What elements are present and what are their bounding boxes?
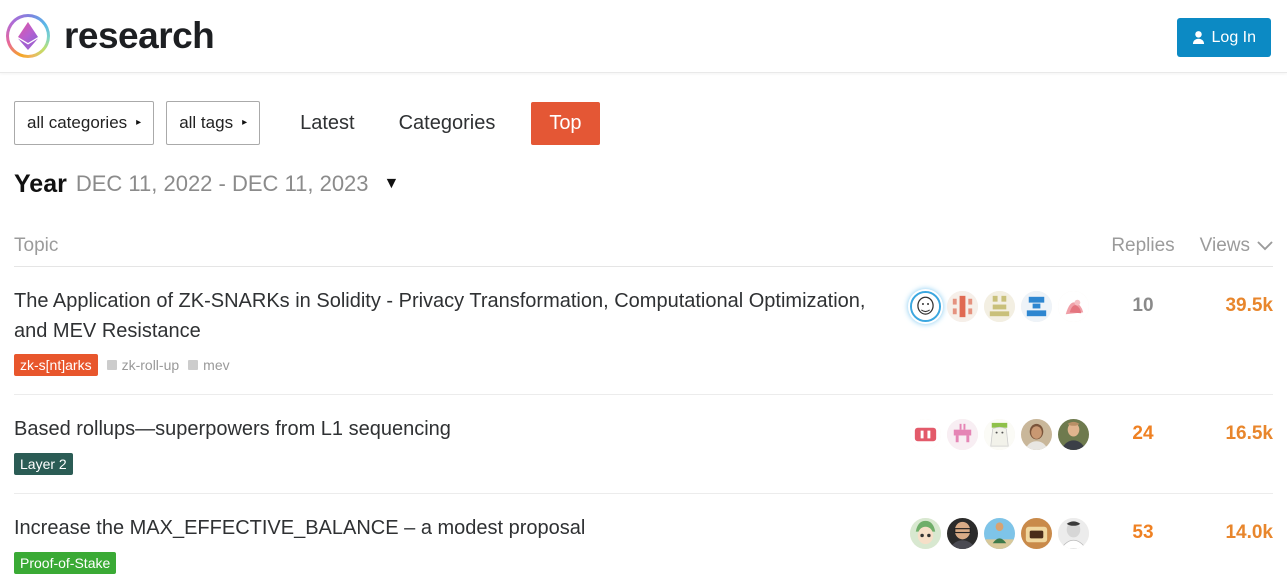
topic-title-link[interactable]: Based rollups—superpowers from L1 sequen… — [14, 415, 890, 445]
topic-cell: Increase the MAX_EFFECTIVE_BALANCE – a m… — [14, 514, 910, 574]
view-count: 39.5k — [1181, 287, 1273, 317]
category-filter-dropdown[interactable]: all categories ▸ — [14, 101, 154, 145]
logo-diamond-shape — [18, 22, 38, 50]
avatar[interactable] — [1021, 291, 1052, 322]
column-header-topic[interactable]: Topic — [14, 235, 910, 257]
login-button[interactable]: Log In — [1177, 18, 1271, 57]
topic-list: Topic Replies Views The Application of Z… — [0, 225, 1287, 577]
table-row[interactable]: Increase the MAX_EFFECTIVE_BALANCE – a m… — [14, 494, 1273, 577]
chevron-down-icon[interactable]: ▼ — [384, 176, 400, 192]
avatar[interactable] — [1021, 419, 1052, 450]
tag-square-icon — [107, 360, 117, 370]
avatar[interactable] — [984, 518, 1015, 549]
reply-count: 10 — [1105, 287, 1181, 317]
category-filter-label: all categories — [27, 113, 127, 133]
tag-filter-dropdown[interactable]: all tags ▸ — [166, 101, 260, 145]
avatar[interactable] — [910, 518, 941, 549]
topic-tag-label: mev — [203, 357, 229, 373]
site-title: research — [64, 15, 214, 57]
topic-tag[interactable]: zk-roll-up — [107, 357, 180, 373]
category-badge[interactable]: zk-s[nt]arks — [14, 354, 98, 376]
column-header-views[interactable]: Views — [1181, 235, 1273, 257]
topic-tag-label: zk-roll-up — [122, 357, 180, 373]
period-selector[interactable]: Year DEC 11, 2022 - DEC 11, 2023 ▼ — [0, 167, 1287, 201]
nav-link-latest[interactable]: Latest — [284, 102, 370, 145]
column-header-replies[interactable]: Replies — [1105, 235, 1181, 257]
view-count: 14.0k — [1181, 514, 1273, 544]
poster-avatars — [910, 514, 1105, 549]
site-header: research Log In — [0, 0, 1287, 73]
person-icon — [1192, 30, 1205, 45]
table-header-row: Topic Replies Views — [14, 225, 1273, 267]
topic-meta: zk-s[nt]arks zk-roll-up mev — [14, 354, 890, 376]
topic-cell: Based rollups—superpowers from L1 sequen… — [14, 415, 910, 475]
topic-title-link[interactable]: Increase the MAX_EFFECTIVE_BALANCE – a m… — [14, 514, 890, 544]
nav-link-top[interactable]: Top — [531, 102, 599, 145]
topic-meta: Proof-of-Stake — [14, 552, 890, 574]
poster-avatars — [910, 415, 1105, 450]
table-row[interactable]: Based rollups—superpowers from L1 sequen… — [14, 395, 1273, 494]
avatar[interactable] — [984, 291, 1015, 322]
nav-link-categories[interactable]: Categories — [383, 102, 512, 145]
tag-filter-label: all tags — [179, 113, 233, 133]
avatar[interactable] — [910, 291, 941, 322]
table-row[interactable]: The Application of ZK-SNARKs in Solidity… — [14, 267, 1273, 395]
avatar[interactable] — [1058, 518, 1089, 549]
reply-count: 53 — [1105, 514, 1181, 544]
period-range: DEC 11, 2022 - DEC 11, 2023 — [76, 171, 369, 197]
brand[interactable]: research — [6, 14, 214, 58]
topic-meta: Layer 2 — [14, 453, 890, 475]
avatar[interactable] — [910, 419, 941, 450]
avatar[interactable] — [984, 419, 1015, 450]
avatar[interactable] — [1058, 291, 1089, 322]
poster-avatars — [910, 287, 1105, 322]
topic-title-link[interactable]: The Application of ZK-SNARKs in Solidity… — [14, 287, 890, 346]
chevron-down-icon — [1257, 235, 1273, 257]
avatar[interactable] — [947, 291, 978, 322]
ethereum-diamond-logo-icon — [6, 14, 50, 58]
navigation-bar: all categories ▸ all tags ▸ Latest Categ… — [0, 99, 1287, 147]
avatar[interactable] — [947, 518, 978, 549]
reply-count: 24 — [1105, 415, 1181, 445]
topic-cell: The Application of ZK-SNARKs in Solidity… — [14, 287, 910, 376]
category-badge[interactable]: Proof-of-Stake — [14, 552, 116, 574]
tag-square-icon — [188, 360, 198, 370]
period-label: Year — [14, 170, 67, 199]
avatar[interactable] — [1021, 518, 1052, 549]
view-count: 16.5k — [1181, 415, 1273, 445]
avatar[interactable] — [1058, 419, 1089, 450]
login-button-label: Log In — [1212, 29, 1256, 47]
column-header-views-label: Views — [1200, 235, 1250, 257]
topic-tag[interactable]: mev — [188, 357, 229, 373]
category-badge[interactable]: Layer 2 — [14, 453, 73, 475]
chevron-right-icon: ▸ — [242, 118, 247, 128]
chevron-right-icon: ▸ — [136, 118, 141, 128]
avatar[interactable] — [947, 419, 978, 450]
